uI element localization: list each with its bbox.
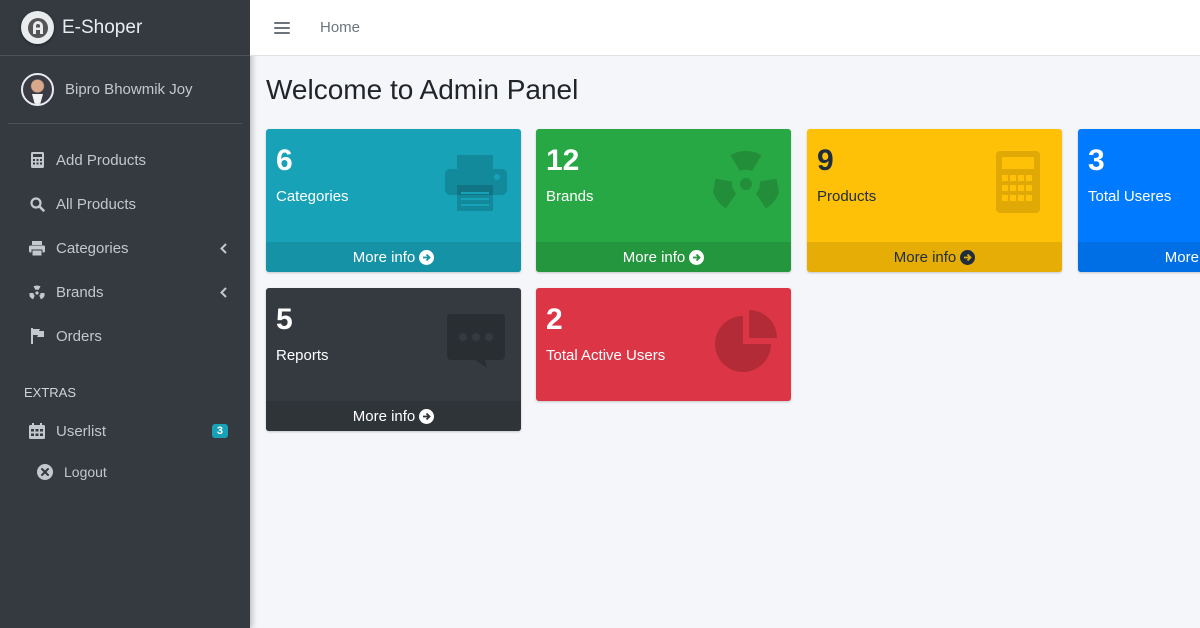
more-info-link[interactable]: More info (807, 242, 1062, 272)
more-info-link[interactable]: More info (536, 242, 791, 272)
calculator-icon (28, 151, 46, 169)
more-info-label: More info (352, 248, 416, 266)
small-box-categories: 6 Categories More info (266, 129, 521, 272)
chevron-left-icon (218, 241, 228, 255)
sidebar-item-label: Add Products (56, 151, 147, 169)
top-nav-home-link[interactable]: Home (320, 19, 360, 36)
arrow-circle-right-icon (689, 249, 705, 265)
chart-pie-icon (713, 308, 779, 374)
arrow-circle-right-icon (419, 408, 435, 424)
sidebar-item-label: Userlist (56, 422, 107, 440)
brand-logo-icon (21, 11, 54, 44)
sidebar-item-label: Categories (56, 239, 129, 257)
more-info-label: More info (1164, 248, 1200, 266)
sidebar-item-label: All Products (56, 195, 137, 213)
logout-link[interactable]: Logout (0, 453, 250, 491)
small-box-total-users: 3 Total Useres More info (1078, 129, 1200, 272)
user-name: Bipro Bhowmik Joy (65, 81, 193, 98)
sidebar-item-label: Orders (56, 327, 102, 345)
sidebar-item-brands[interactable]: Brands (0, 270, 250, 314)
box-count: 3 (1088, 144, 1105, 177)
comment-dots-icon (443, 308, 509, 374)
box-label: Total Useres (1088, 188, 1172, 205)
sidebar-item-label: Brands (56, 283, 104, 301)
times-circle-icon (37, 464, 53, 480)
search-icon (28, 195, 46, 213)
chevron-left-icon (218, 285, 228, 299)
avatar (21, 73, 54, 106)
more-info-link[interactable]: More info (1078, 242, 1200, 272)
more-info-label: More info (893, 248, 957, 266)
nav-header-extras: EXTRAS (24, 384, 77, 400)
userlist-badge: 3 (211, 424, 228, 438)
print-icon (28, 239, 46, 257)
more-info-link[interactable]: More info (266, 242, 521, 272)
sidebar-nav: Add Products All Products Categories Bra… (0, 138, 250, 491)
menu-toggle-icon[interactable] (274, 21, 290, 35)
calculator-icon (984, 149, 1050, 215)
user-panel[interactable]: Bipro Bhowmik Joy (8, 56, 242, 124)
sidebar-item-orders[interactable]: Orders (0, 314, 250, 358)
page-title: Welcome to Admin Panel (266, 74, 579, 105)
main-content: Welcome to Admin Panel 6 Categories More… (250, 56, 1200, 628)
sidebar-item-add-products[interactable]: Add Products (0, 138, 250, 182)
more-info-label: More info (622, 248, 686, 266)
logout-label: Logout (64, 464, 107, 480)
sidebar-item-userlist[interactable]: Userlist 3 (0, 409, 250, 453)
arrow-circle-right-icon (419, 249, 435, 265)
more-info-label: More info (352, 407, 416, 425)
brand-link[interactable]: E-Shoper (0, 0, 250, 56)
small-box-reports: 5 Reports More info (266, 288, 521, 431)
small-box-products: 9 Products More info (807, 129, 1062, 272)
calendar-icon (28, 422, 46, 440)
small-box-brands: 12 Brands More info (536, 129, 791, 272)
brand-name: E-Shoper (62, 16, 143, 38)
arrow-circle-right-icon (960, 249, 976, 265)
more-info-link[interactable]: More info (266, 401, 521, 431)
radiation-icon (28, 283, 46, 301)
print-icon (443, 149, 509, 215)
sidebar: E-Shoper Bipro Bhowmik Joy Add Products … (0, 0, 250, 628)
small-box-active-users: 2 Total Active Users (536, 288, 791, 401)
topbar: Home (250, 0, 1200, 56)
sidebar-item-categories[interactable]: Categories (0, 226, 250, 270)
sidebar-item-all-products[interactable]: All Products (0, 182, 250, 226)
radiation-icon (713, 149, 779, 215)
flag-icon (28, 327, 46, 345)
